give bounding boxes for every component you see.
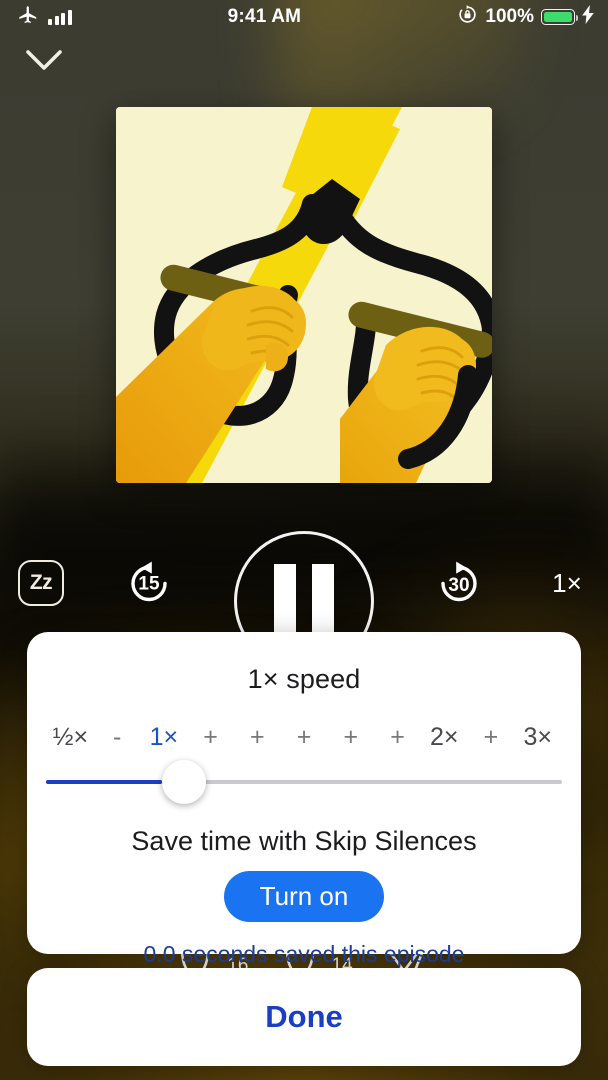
turn-on-row: Turn on	[27, 871, 581, 922]
speed-tick-plus[interactable]: +	[187, 723, 234, 752]
battery-percent: 100%	[485, 6, 534, 27]
slider-track-fill	[46, 780, 162, 784]
done-button[interactable]: Done	[27, 968, 581, 1066]
airplane-icon	[17, 3, 39, 31]
speed-slider[interactable]	[27, 760, 581, 804]
playback-speed-button[interactable]: 1×	[544, 568, 590, 599]
skip-back-button[interactable]: 15	[120, 554, 178, 612]
sleep-timer-icon: Zz	[18, 560, 64, 606]
sleep-timer-label: Zz	[29, 571, 53, 594]
battery-icon	[541, 9, 579, 25]
signal-bars-icon	[48, 9, 72, 25]
speed-title: 1× speed	[247, 664, 361, 694]
speed-tick-plus[interactable]: +	[468, 723, 515, 752]
seconds-saved-text: 0.0 seconds saved this episode	[143, 941, 465, 967]
speed-tick-plus[interactable]: +	[327, 723, 374, 752]
speed-tick-half[interactable]: ½×	[47, 723, 94, 752]
speed-tick-3x[interactable]: 3×	[514, 723, 561, 752]
done-label: Done	[265, 999, 343, 1034]
speed-tick-plus[interactable]: +	[234, 723, 281, 752]
turn-on-skip-silences-button[interactable]: Turn on	[223, 871, 385, 922]
episode-artwork[interactable]	[116, 107, 492, 483]
status-bar-right: 100%	[457, 4, 608, 31]
status-bar: 9:41 AM 100%	[0, 0, 608, 34]
speed-tick-plus[interactable]: +	[374, 723, 421, 752]
collapse-player-button[interactable]	[24, 42, 64, 82]
status-bar-time: 9:41 AM	[227, 6, 302, 27]
skip-forward-label: 30	[448, 575, 470, 597]
chevron-down-icon	[25, 49, 63, 76]
speed-settings-card: 1× speed ½× - 1× + + + + + 2× + 3× Save …	[27, 632, 581, 967]
pause-icon	[274, 564, 334, 638]
speed-tick-1x[interactable]: 1×	[140, 723, 187, 752]
rotation-lock-icon	[457, 4, 478, 31]
skip-silences-headline: Save time with Skip Silences	[131, 826, 477, 856]
player-controls: Zz 15 30 1×	[0, 528, 608, 671]
skip-back-label: 15	[138, 573, 160, 595]
speed-scale: ½× - 1× + + + + + 2× + 3×	[27, 723, 581, 752]
speed-tick-2x[interactable]: 2×	[421, 723, 468, 752]
status-bar-left	[0, 3, 72, 31]
lightning-bolt-icon	[582, 4, 595, 30]
slider-thumb[interactable]	[162, 760, 206, 804]
speed-tick-minus[interactable]: -	[94, 723, 141, 752]
skip-forward-button[interactable]: 30	[430, 554, 488, 612]
sleep-timer-button[interactable]: Zz	[18, 560, 64, 606]
speed-tick-plus[interactable]: +	[281, 723, 328, 752]
